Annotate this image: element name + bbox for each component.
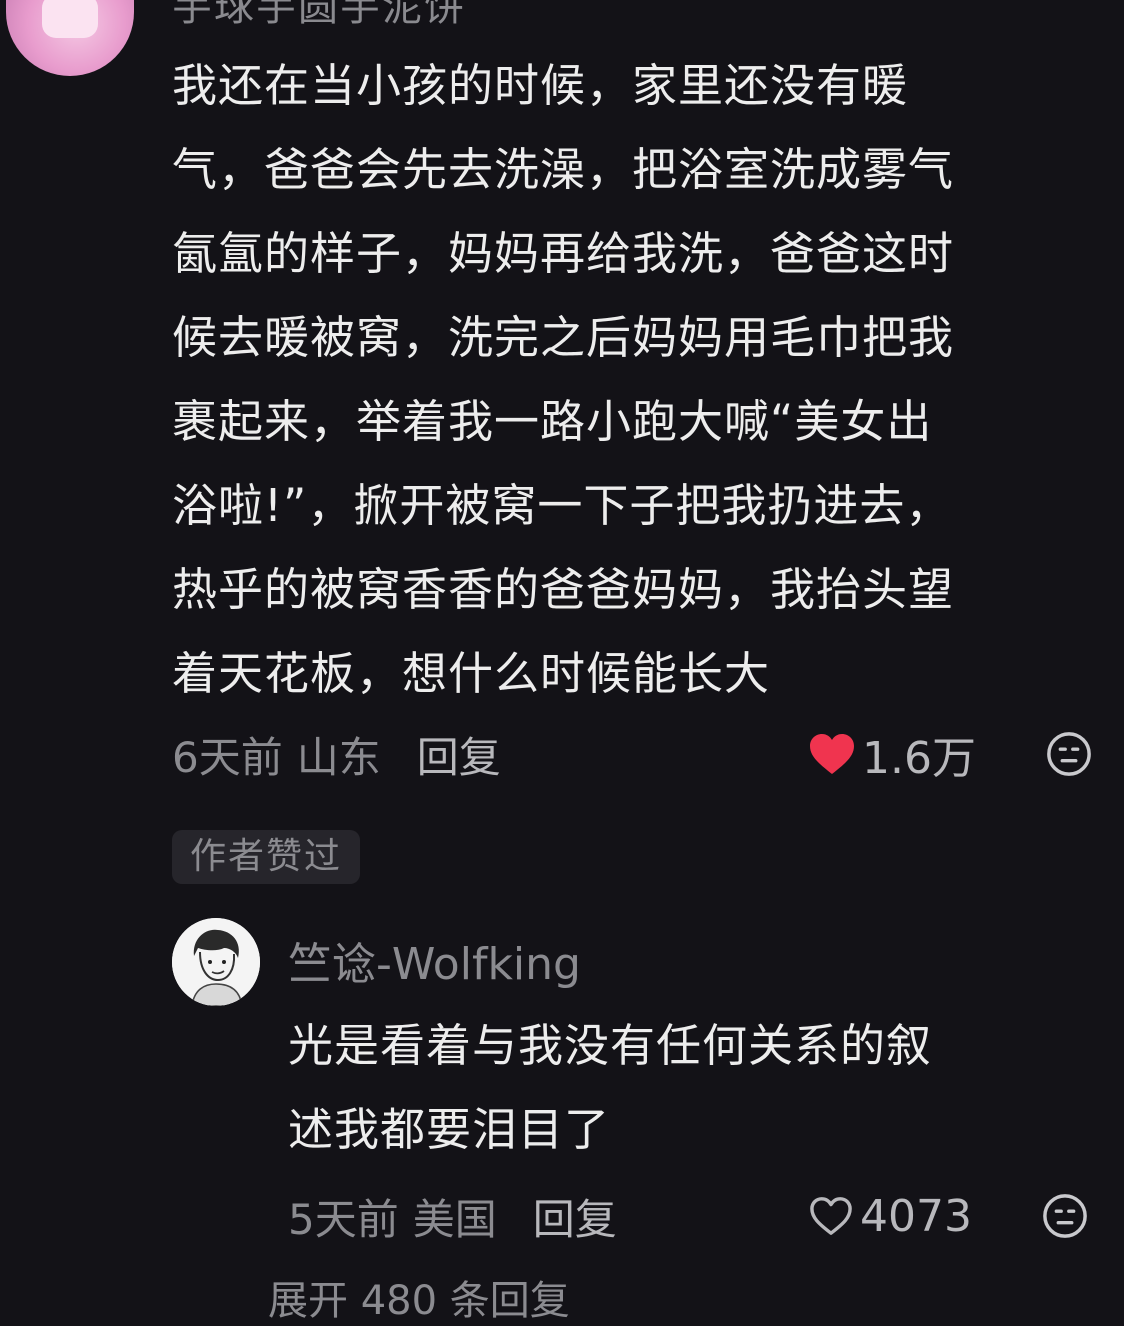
- comment-location: 山东: [296, 732, 381, 782]
- reply-line: 述我都要泪目了: [288, 1103, 611, 1156]
- reply-button[interactable]: 回复: [417, 724, 501, 785]
- reply-avatar[interactable]: [172, 918, 260, 1006]
- comment-line: 浴啦!”，掀开被窝一下子把我扔进去，: [172, 479, 952, 532]
- reply-username[interactable]: 竺谂-Wolfking: [288, 928, 581, 992]
- reply-meta: 5天前 美国 回复 4073: [288, 1188, 1088, 1244]
- comment-line: 候去暖被窝，洗完之后妈妈用毛巾把我: [172, 311, 955, 364]
- author-liked-badge: 作者赞过: [172, 830, 361, 884]
- comment-line: 我还在当小孩的时候，家里还没有暖: [172, 59, 909, 112]
- comment-body: 我还在当小孩的时候，家里还没有暖 气，爸爸会先去洗澡，把浴室洗成雾气 氤氲的样子…: [172, 44, 1092, 716]
- reply-dislike-button[interactable]: [1042, 1193, 1088, 1239]
- dislike-face-icon: [1043, 1194, 1087, 1238]
- comment-meta: 6天前 山东 回复 1.6万: [172, 724, 1092, 785]
- dislike-face-icon: [1047, 732, 1091, 776]
- comment-time: 6天前: [172, 732, 283, 782]
- comment-line: 气，爸爸会先去洗澡，把浴室洗成雾气: [172, 143, 955, 196]
- commenter-username[interactable]: 芋球芋圆芋泥饼: [172, 0, 466, 32]
- reply-time: 5天前: [288, 1194, 399, 1244]
- heart-filled-icon: [810, 734, 855, 774]
- like-button[interactable]: 1.6万: [808, 722, 976, 786]
- sketch-portrait-icon: [172, 918, 260, 1006]
- reply-location: 美国: [412, 1194, 497, 1244]
- comment-line: 着天花板，想什么时候能长大: [172, 647, 771, 700]
- reply-line: 光是看着与我没有任何关系的叙: [288, 1019, 933, 1072]
- like-count: 1.6万: [862, 733, 976, 784]
- reply-body: 光是看着与我没有任何关系的叙 述我都要泪目了: [288, 1004, 1088, 1172]
- comment-line: 氤氲的样子，妈妈再给我洗，爸爸这时: [172, 227, 955, 280]
- reply-like-count: 4073: [860, 1190, 972, 1242]
- reply-reply-button[interactable]: 回复: [533, 1186, 617, 1247]
- comment-line: 热乎的被窝香香的爸爸妈妈，我抬头望: [172, 563, 955, 616]
- heart-outline-icon: [810, 1197, 852, 1235]
- dislike-button[interactable]: [1046, 731, 1092, 777]
- avatar-face: [42, 0, 98, 38]
- reply-like-button[interactable]: 4073: [808, 1191, 972, 1242]
- commenter-avatar[interactable]: [6, 0, 134, 76]
- expand-replies-button[interactable]: 展开 480 条回复: [268, 1268, 570, 1326]
- comment-line: 裹起来，举着我一路小跑大喊“美女出: [172, 395, 933, 448]
- comment-thread: 芋球芋圆芋泥饼 我还在当小孩的时候，家里还没有暖 气，爸爸会先去洗澡，把浴室洗成…: [0, 0, 1124, 1324]
